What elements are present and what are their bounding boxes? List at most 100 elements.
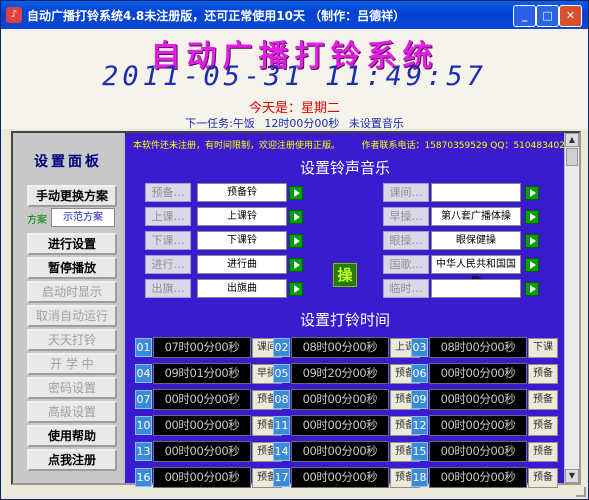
bell-number: 13 — [135, 442, 152, 461]
music-name-field[interactable] — [431, 279, 521, 298]
bell-number: 05 — [273, 364, 290, 383]
maximize-icon[interactable]: □ — [536, 5, 559, 27]
bell-time-field[interactable]: 08时00分00秒 — [291, 337, 389, 358]
bell-music-button[interactable]: 下课 — [528, 338, 558, 358]
help-button[interactable]: 使用帮助 — [27, 425, 117, 447]
bell-time-field[interactable]: 00时00分00秒 — [429, 415, 527, 436]
scheme-label: 方案 — [27, 215, 47, 226]
advanced-settings-button[interactable]: 高级设置 — [27, 401, 117, 423]
music-select-button[interactable]: 课间… — [383, 183, 429, 202]
next-task-display: 下一任务:午饭 12时00分00秒 未设置音乐 — [185, 117, 404, 130]
play-icon[interactable] — [525, 210, 539, 224]
bell-number: 11 — [273, 416, 290, 435]
music-select-button[interactable]: 眼操… — [383, 231, 429, 250]
bell-time-field[interactable]: 09时01分00秒 — [153, 363, 251, 384]
app-icon: ♪ — [6, 7, 22, 23]
music-name-field[interactable]: 中华人民共和国国歌 — [431, 255, 521, 287]
main-frame: 设置面板 手动更换方案 方案 示范方案 进行设置 暂停播放 启动时显示 取消自动… — [11, 131, 581, 488]
bell-number: 03 — [411, 338, 428, 357]
music-name-field[interactable]: 进行曲 — [197, 255, 287, 274]
bell-number: 15 — [411, 442, 428, 461]
play-icon[interactable] — [525, 282, 539, 296]
play-icon[interactable] — [289, 282, 303, 296]
school-start-button[interactable]: 开 学 中 — [27, 353, 117, 375]
play-icon[interactable] — [289, 234, 303, 248]
vertical-scrollbar[interactable]: ▲ ▼ — [564, 133, 579, 483]
bell-number: 12 — [411, 416, 428, 435]
close-icon[interactable]: ✕ — [559, 5, 582, 27]
show-on-start-button[interactable]: 启动时显示 — [27, 281, 117, 303]
scroll-thumb[interactable] — [566, 148, 578, 166]
bell-music-button[interactable]: 预备 — [528, 416, 558, 436]
play-icon[interactable] — [525, 234, 539, 248]
operate-button[interactable]: 操 — [333, 263, 357, 287]
music-name-field[interactable]: 出旗曲 — [197, 279, 287, 298]
sidebar-title: 设置面板 — [34, 154, 102, 170]
bell-number: 16 — [135, 468, 152, 487]
scroll-down-icon[interactable]: ▼ — [565, 469, 579, 483]
bell-number: 07 — [135, 390, 152, 409]
music-name-field[interactable]: 上课铃 — [197, 207, 287, 226]
music-select-button[interactable]: 出旗… — [145, 279, 191, 298]
bell-number: 18 — [411, 468, 428, 487]
play-icon[interactable] — [289, 186, 303, 200]
bell-number: 14 — [273, 442, 290, 461]
scheme-select[interactable]: 示范方案 — [51, 208, 115, 227]
bell-number: 04 — [135, 364, 152, 383]
bell-time-field[interactable]: 00时00分00秒 — [291, 467, 389, 488]
music-select-button[interactable]: 预备… — [145, 183, 191, 202]
bell-time-field[interactable]: 00时00分00秒 — [429, 467, 527, 488]
bell-music-button[interactable]: 预备 — [528, 468, 558, 488]
pause-button[interactable]: 暂停播放 — [27, 257, 117, 279]
bell-time-field[interactable]: 00时00分00秒 — [291, 415, 389, 436]
bell-music-button[interactable]: 预备 — [528, 364, 558, 384]
play-icon[interactable] — [289, 258, 303, 272]
password-button[interactable]: 密码设置 — [27, 377, 117, 399]
resize-grip-icon[interactable] — [576, 487, 586, 497]
bell-number: 06 — [411, 364, 428, 383]
music-name-field[interactable]: 下课铃 — [197, 231, 287, 250]
play-icon[interactable] — [289, 210, 303, 224]
play-icon[interactable] — [525, 258, 539, 272]
bell-music-button[interactable]: 预备 — [528, 390, 558, 410]
music-select-button[interactable]: 早操… — [383, 207, 429, 226]
bell-time-field[interactable]: 00时00分00秒 — [429, 363, 527, 384]
minimize-icon[interactable]: _ — [513, 5, 536, 27]
cancel-autorun-button[interactable]: 取消自动运行 — [27, 305, 117, 327]
music-select-button[interactable]: 上课… — [145, 207, 191, 226]
music-select-button[interactable]: 下课… — [145, 231, 191, 250]
bell-time-field[interactable]: 00时00分00秒 — [429, 441, 527, 462]
switch-scheme-button[interactable]: 手动更换方案 — [27, 185, 117, 207]
music-name-field[interactable]: 第八套广播体操 — [431, 207, 521, 226]
bell-time-field[interactable]: 07时00分00秒 — [153, 337, 251, 358]
unregistered-notice: 本软件还未注册，有时间限制，欢迎注册使用正版。 — [133, 141, 341, 151]
music-name-field[interactable] — [431, 183, 521, 202]
bell-time-field[interactable]: 00时00分00秒 — [153, 389, 251, 410]
settings-panel: 本软件还未注册，有时间限制，欢迎注册使用正版。 作者联系电话：158703595… — [125, 133, 565, 488]
sidebar: 设置面板 手动更换方案 方案 示范方案 进行设置 暂停播放 启动时显示 取消自动… — [13, 133, 123, 483]
music-select-button[interactable]: 临时… — [383, 279, 429, 298]
settings-button[interactable]: 进行设置 — [27, 233, 117, 255]
bell-time-field[interactable]: 00时00分00秒 — [429, 389, 527, 410]
bell-time-field[interactable]: 00时00分00秒 — [291, 441, 389, 462]
bell-number: 10 — [135, 416, 152, 435]
bell-time-field[interactable]: 00时00分00秒 — [153, 415, 251, 436]
register-button[interactable]: 点我注册 — [27, 449, 117, 471]
weekday-display: 今天是：星期二 — [248, 101, 340, 116]
bell-time-field[interactable]: 00时00分00秒 — [291, 389, 389, 410]
music-name-field[interactable]: 眼保健操 — [431, 231, 521, 250]
title-bar[interactable]: ♪ 自动广播打铃系统4.8未注册版，还可正常使用10天 （制作：吕德祥） _ □… — [1, 1, 588, 29]
bell-time-field[interactable]: 00时00分00秒 — [153, 467, 251, 488]
scroll-up-icon[interactable]: ▲ — [565, 133, 579, 147]
bell-time-field[interactable]: 00时00分00秒 — [153, 441, 251, 462]
bell-number: 17 — [273, 468, 290, 487]
bell-time-field[interactable]: 08时00分00秒 — [429, 337, 527, 358]
music-select-button[interactable]: 进行… — [145, 255, 191, 274]
bell-time-field[interactable]: 09时20分00秒 — [291, 363, 389, 384]
daily-bell-button[interactable]: 天天打铃 — [27, 329, 117, 351]
bell-music-button[interactable]: 预备 — [528, 442, 558, 462]
header-area: 自动广播打铃系统 2011-05-31 11:49:57 今天是：星期二 下一任… — [1, 29, 588, 130]
music-name-field[interactable]: 预备铃 — [197, 183, 287, 202]
play-icon[interactable] — [525, 186, 539, 200]
music-select-button[interactable]: 国歌… — [383, 255, 429, 274]
